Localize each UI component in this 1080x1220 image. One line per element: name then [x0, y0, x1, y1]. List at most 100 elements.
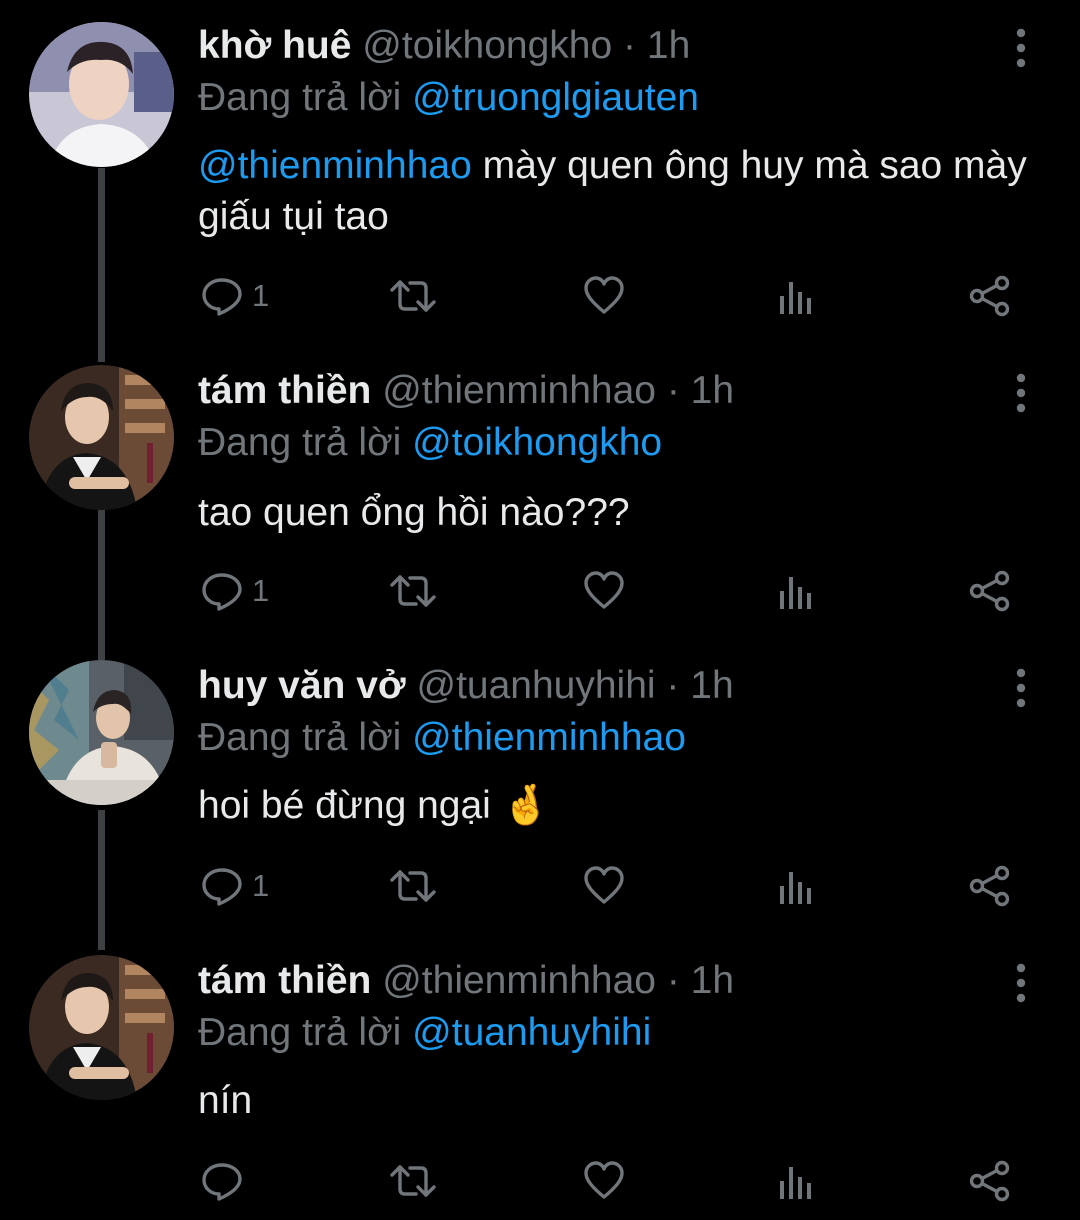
tweet-actions: [0, 1151, 1080, 1211]
bar-chart-icon: [780, 282, 811, 314]
reply-button[interactable]: 1: [200, 561, 269, 621]
reply-bubble-icon: [202, 868, 242, 906]
tweet-header: tám thiền @thienminhhao · 1h: [198, 365, 734, 417]
avatar-image: [29, 955, 174, 1100]
tweet-header: huy văn vở @tuanhuyhihi · 1h: [198, 660, 734, 712]
heart-icon: [584, 1161, 624, 1199]
separator-dot: ·: [623, 24, 637, 67]
avatar[interactable]: [29, 955, 174, 1100]
avatar-image: [29, 22, 174, 167]
tweet-header: khờ huê @toikhongkho · 1h: [198, 20, 690, 72]
heart-icon: [584, 276, 624, 314]
retweet-icon: [390, 1165, 436, 1197]
user-handle[interactable]: @toikhongkho: [362, 24, 612, 67]
reply-button[interactable]: 1: [200, 266, 269, 326]
reply-count: 1: [252, 868, 270, 903]
more-vertical-icon: [1016, 963, 1026, 1003]
tweet-text-content: nín: [198, 1079, 253, 1122]
views-button[interactable]: [777, 856, 817, 916]
share-button[interactable]: [967, 856, 1013, 916]
display-name[interactable]: tám thiền: [198, 959, 371, 1002]
heart-icon: [584, 571, 624, 609]
share-icon: [969, 1160, 1010, 1202]
reply-bubble-icon: [202, 1163, 242, 1201]
avatar[interactable]: [29, 365, 174, 510]
separator-dot: ·: [666, 664, 680, 707]
replying-to-mention[interactable]: @toikhongkho: [412, 421, 662, 464]
bar-chart-icon: [780, 577, 811, 609]
more-vertical-icon: [1016, 373, 1026, 413]
share-button[interactable]: [967, 266, 1013, 326]
replying-to-mention[interactable]: @truonglgiauten: [412, 76, 699, 119]
reply-bubble-icon: [202, 573, 242, 611]
share-icon: [969, 570, 1010, 612]
tweet-text: hoi bé đừng ngại 🤞: [198, 780, 1048, 831]
reply-button[interactable]: 1: [200, 856, 269, 916]
views-button[interactable]: [777, 1151, 817, 1211]
replying-to: Đang trả lời @toikhongkho: [198, 417, 662, 469]
separator-dot: ·: [666, 369, 680, 412]
user-handle[interactable]: @thienminhhao: [382, 369, 656, 412]
views-button[interactable]: [777, 561, 817, 621]
avatar-image: [29, 365, 174, 510]
display-name[interactable]: huy văn vở: [198, 664, 406, 707]
display-name[interactable]: khờ huê: [198, 24, 351, 67]
bar-chart-icon: [780, 1167, 811, 1199]
avatar[interactable]: [29, 660, 174, 805]
views-button[interactable]: [777, 266, 817, 326]
like-button[interactable]: [582, 561, 626, 621]
share-icon: [969, 865, 1010, 907]
separator-dot: ·: [666, 959, 680, 1002]
tweet-text-content: hoi bé đừng ngại 🤞: [198, 784, 551, 827]
tweet-text-content: tao quen ổng hồi nào???: [198, 491, 630, 534]
retweet-button[interactable]: [388, 1151, 438, 1211]
thread-line: [98, 168, 105, 362]
replying-to-mention[interactable]: @tuanhuyhihi: [412, 1011, 651, 1054]
retweet-button[interactable]: [388, 561, 438, 621]
replying-to-label: Đang trả lời: [198, 716, 402, 759]
reply-button[interactable]: [200, 1151, 252, 1211]
replying-to: Đang trả lời @thienminhhao: [198, 712, 686, 764]
replying-to: Đang trả lời @tuanhuyhihi: [198, 1007, 651, 1059]
bar-chart-icon: [780, 872, 811, 904]
like-button[interactable]: [582, 1151, 626, 1211]
tweet-actions: 1: [0, 561, 1080, 621]
retweet-icon: [390, 870, 436, 902]
like-button[interactable]: [582, 266, 626, 326]
like-button[interactable]: [582, 856, 626, 916]
share-button[interactable]: [967, 561, 1013, 621]
replying-to-label: Đang trả lời: [198, 421, 402, 464]
retweet-button[interactable]: [388, 266, 438, 326]
timestamp[interactable]: 1h: [691, 959, 734, 1002]
share-button[interactable]: [967, 1151, 1013, 1211]
retweet-icon: [390, 575, 436, 607]
user-handle[interactable]: @tuanhuyhihi: [416, 664, 655, 707]
user-handle[interactable]: @thienminhhao: [382, 959, 656, 1002]
tweet-text: nín: [198, 1075, 1048, 1126]
avatar[interactable]: [29, 22, 174, 167]
more-vertical-icon: [1016, 668, 1026, 708]
tweet-header: tám thiền @thienminhhao · 1h: [198, 955, 734, 1007]
reply-count: 1: [252, 278, 270, 313]
retweet-button[interactable]: [388, 856, 438, 916]
more-options-button[interactable]: [1005, 961, 1037, 1005]
tweet-actions: 1: [0, 266, 1080, 326]
avatar-image: [29, 660, 174, 805]
more-options-button[interactable]: [1005, 666, 1037, 710]
replying-to: Đang trả lời @truonglgiauten: [198, 72, 699, 124]
tweet-text: tao quen ổng hồi nào???: [198, 487, 1048, 538]
tweet-actions: 1: [0, 856, 1080, 916]
text-mention[interactable]: @thienminhhao: [198, 144, 472, 187]
reply-bubble-icon: [202, 278, 242, 316]
more-options-button[interactable]: [1005, 26, 1037, 70]
timestamp[interactable]: 1h: [647, 24, 690, 67]
timestamp[interactable]: 1h: [690, 664, 733, 707]
more-vertical-icon: [1016, 28, 1026, 68]
share-icon: [969, 275, 1010, 317]
replying-to-mention[interactable]: @thienminhhao: [412, 716, 686, 759]
timestamp[interactable]: 1h: [691, 369, 734, 412]
more-options-button[interactable]: [1005, 371, 1037, 415]
retweet-icon: [390, 280, 436, 312]
display-name[interactable]: tám thiền: [198, 369, 371, 412]
heart-icon: [584, 866, 624, 904]
